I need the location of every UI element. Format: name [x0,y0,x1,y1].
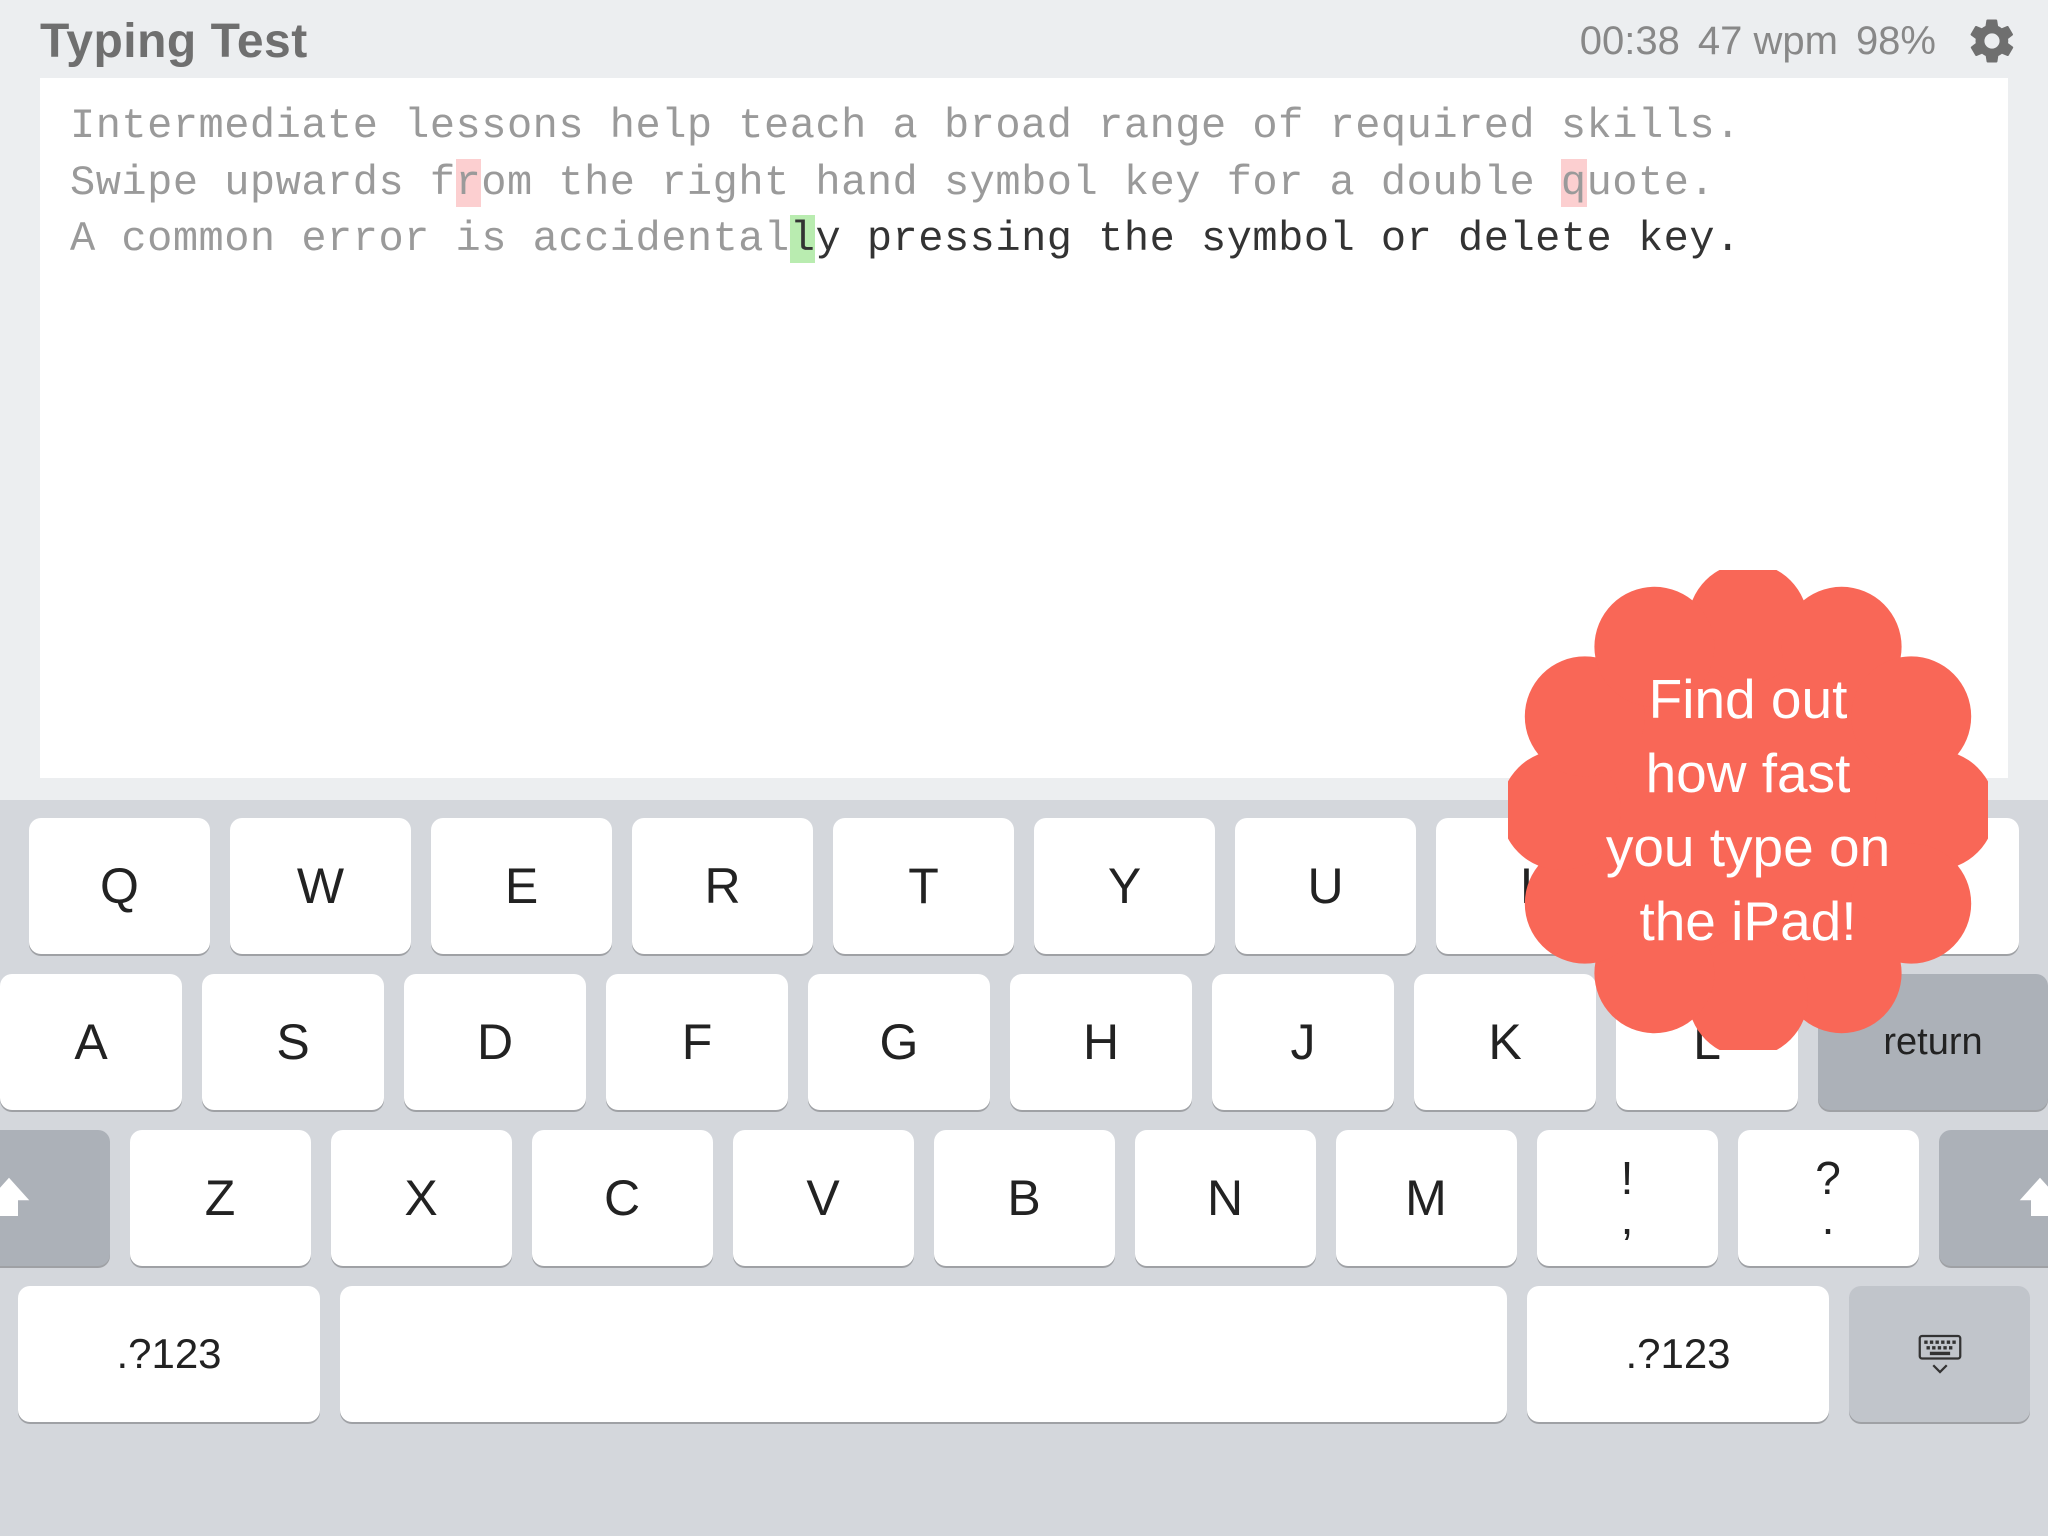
key-comma[interactable]: ! , [1537,1130,1718,1266]
key-c[interactable]: C [532,1130,713,1266]
promo-line: the iPad! [1606,884,1890,958]
key-row-3: Z X C V B N M ! , ? . [0,1130,2048,1266]
promo-line: you type on [1606,810,1890,884]
key-q[interactable]: Q [29,818,210,954]
wpm-value: 47 wpm [1698,19,1838,64]
key-b[interactable]: B [934,1130,1115,1266]
promo-text: Find out how fast you type on the iPad! [1606,662,1890,959]
key-z[interactable]: Z [130,1130,311,1266]
timer: 00:38 [1580,19,1680,64]
key-a[interactable]: A [0,974,182,1110]
key-space[interactable] [340,1286,1507,1422]
key-r[interactable]: R [632,818,813,954]
typed-text: A common error is accidental [70,215,790,263]
key-e[interactable]: E [431,818,612,954]
key-shift-right[interactable] [1939,1130,2048,1266]
promo-line: how fast [1606,736,1890,810]
caret-char: l [790,215,816,263]
key-x[interactable]: X [331,1130,512,1266]
key-s[interactable]: S [202,974,384,1110]
key-dismiss-keyboard[interactable] [1849,1286,2030,1422]
key-h[interactable]: H [1010,974,1192,1110]
key-main-label: , [1621,1195,1634,1241]
error-char: r [456,159,482,207]
typed-text: uote. [1587,159,1716,207]
key-j[interactable]: J [1212,974,1394,1110]
key-v[interactable]: V [733,1130,914,1266]
gear-icon[interactable] [1966,15,2018,67]
promo-line: Find out [1606,662,1890,736]
key-n[interactable]: N [1135,1130,1316,1266]
key-main-label: . [1822,1195,1835,1241]
key-period[interactable]: ? . [1738,1130,1919,1266]
app-title: Typing Test [40,14,1580,69]
key-g[interactable]: G [808,974,990,1110]
key-y[interactable]: Y [1034,818,1215,954]
accuracy-value: 98% [1856,19,1936,64]
key-numbers-right[interactable]: .?123 [1527,1286,1829,1422]
promo-badge: Find out how fast you type on the iPad! [1508,570,1988,1050]
key-m[interactable]: M [1336,1130,1517,1266]
key-w[interactable]: W [230,818,411,954]
typed-text: om the right hand symbol key for a doubl… [481,159,1561,207]
key-d[interactable]: D [404,974,586,1110]
key-numbers-left[interactable]: .?123 [18,1286,320,1422]
key-f[interactable]: F [606,974,788,1110]
header: Typing Test 00:38 47 wpm 98% [0,0,2048,78]
untyped-text: y pressing the symbol or delete key. [815,215,1740,263]
key-t[interactable]: T [833,818,1014,954]
key-u[interactable]: U [1235,818,1416,954]
error-char: q [1561,159,1587,207]
typed-text: Intermediate lessons help teach a broad … [70,102,1741,150]
stats-bar: 00:38 47 wpm 98% [1580,15,2018,67]
key-shift-left[interactable] [0,1130,110,1266]
key-row-4: .?123 .?123 [0,1286,2048,1422]
typed-text: Swipe upwards f [70,159,456,207]
